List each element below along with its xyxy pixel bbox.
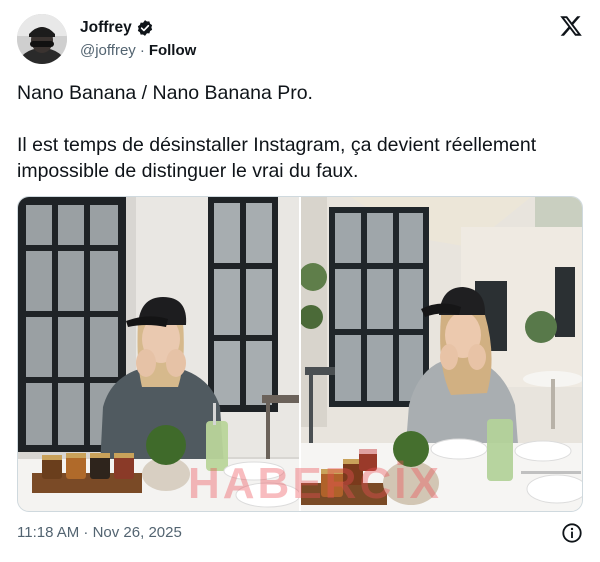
- x-logo-icon[interactable]: [559, 14, 583, 38]
- author-handle[interactable]: @joffrey: [80, 42, 136, 59]
- tweet-text: Nano Banana / Nano Banana Pro. Il est te…: [17, 80, 587, 184]
- tweet-footer: 11:18 AM · Nov 26, 2025: [17, 522, 583, 544]
- tweet-header: Joffrey @joffrey · Follow: [17, 14, 583, 66]
- photo-right[interactable]: [301, 197, 582, 511]
- photo-left[interactable]: [18, 197, 299, 511]
- handle-row: @joffrey · Follow: [80, 42, 196, 59]
- avatar[interactable]: [17, 14, 67, 64]
- verified-badge-icon: [136, 19, 154, 37]
- tweet-line-2: Il est temps de désinstaller Instagram, …: [17, 134, 537, 182]
- separator-dot: ·: [139, 42, 145, 59]
- tweet-media[interactable]: HABERCİX: [17, 196, 583, 512]
- name-row: Joffrey: [80, 19, 154, 37]
- author-name[interactable]: Joffrey: [80, 19, 132, 37]
- tweet-line-1: Nano Banana / Nano Banana Pro.: [17, 82, 313, 104]
- info-icon[interactable]: [561, 522, 583, 544]
- follow-button[interactable]: Follow: [149, 42, 197, 59]
- timestamp[interactable]: 11:18 AM · Nov 26, 2025: [17, 524, 182, 541]
